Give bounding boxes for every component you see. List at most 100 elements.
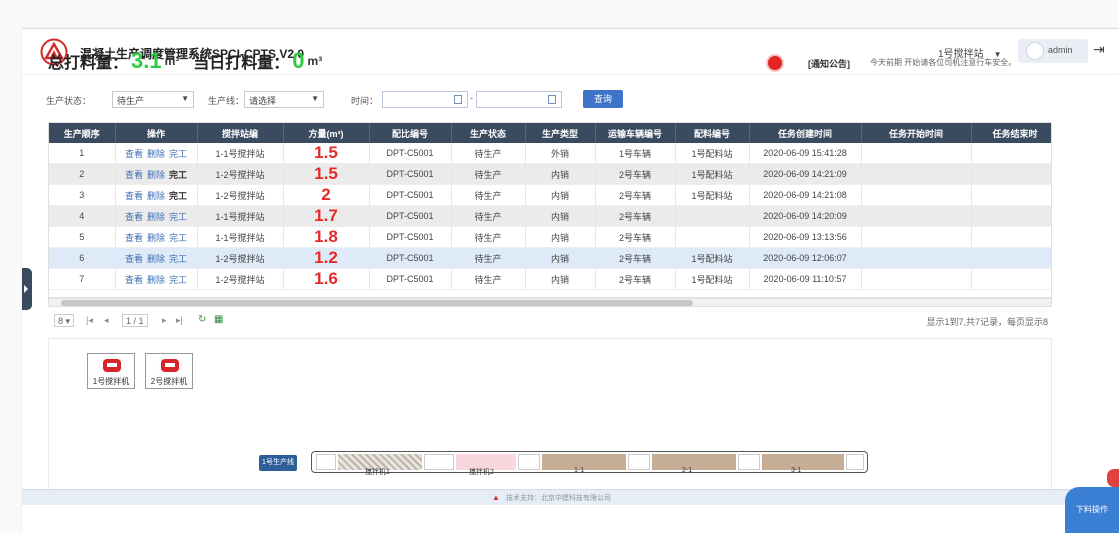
delete-link[interactable]: 删除 bbox=[147, 254, 165, 264]
view-link[interactable]: 查看 bbox=[125, 233, 143, 243]
column-header[interactable]: 搅拌站编 bbox=[197, 123, 284, 143]
stats-bar: 总打料量： 3.1 m³ 当日打料量： 0 m³ bbox=[48, 48, 336, 78]
line-filter-select[interactable]: 请选择 ▼ bbox=[244, 91, 324, 108]
view-link[interactable]: 查看 bbox=[125, 254, 143, 264]
user-menu[interactable]: admin bbox=[1018, 39, 1088, 63]
cell-mix: DPT-C5001 bbox=[369, 268, 452, 291]
view-link[interactable]: 查看 bbox=[125, 191, 143, 201]
delete-link[interactable]: 删除 bbox=[147, 212, 165, 222]
notice-label[interactable]: [通知公告] bbox=[808, 57, 850, 70]
complete-link[interactable]: 完工 bbox=[169, 212, 187, 222]
cell-vehicle: 2号车辆 bbox=[595, 205, 676, 228]
cell-created: 2020-06-09 14:20:09 bbox=[749, 205, 862, 228]
footer: ▲ 技术支持：北京中建科技有限公司 bbox=[22, 489, 1119, 505]
scrollbar-thumb[interactable] bbox=[61, 300, 693, 306]
next-page-icon[interactable]: ▸ bbox=[162, 315, 167, 326]
date-range-dash: - bbox=[470, 93, 473, 103]
first-page-icon[interactable]: |◂ bbox=[86, 315, 93, 326]
delete-link[interactable]: 删除 bbox=[147, 149, 165, 159]
cell-seq: 1 bbox=[49, 143, 116, 165]
cell-created: 2020-06-09 15:41:28 bbox=[749, 143, 862, 165]
cell-volume: 1.8 bbox=[283, 226, 370, 249]
production-line-button[interactable]: 1号生产线 bbox=[259, 455, 297, 471]
column-header[interactable]: 操作 bbox=[115, 123, 198, 143]
column-header[interactable]: 任务结束时 bbox=[971, 123, 1051, 143]
table-row[interactable]: 2 查看 删除 完工 1-2号搅拌站 1.5 DPT-C5001 待生产 内销 2号车辆 1号配料站… bbox=[49, 163, 1051, 186]
last-page-icon[interactable]: ▸| bbox=[176, 315, 183, 326]
cell-type: 内销 bbox=[525, 184, 596, 207]
end-date-input[interactable] bbox=[476, 91, 562, 108]
notice-text: 今天前期 开始请各位司机注意行车安全。 bbox=[870, 58, 1017, 67]
query-button[interactable]: 查询 bbox=[583, 90, 623, 108]
table-row[interactable]: 7 查看 删除 完工 1-2号搅拌站 1.6 DPT-C5001 待生产 内销 2号车辆 1号配料站… bbox=[49, 268, 1051, 291]
page-number-input[interactable]: 1 / 1 bbox=[122, 314, 148, 327]
complete-link[interactable]: 完工 bbox=[169, 191, 187, 201]
cell-created: 2020-06-09 14:21:08 bbox=[749, 184, 862, 207]
filter-bar: 生产状态： 待生产 ▼ 生产线： 请选择 ▼ 时间： - 查询 bbox=[46, 90, 1046, 110]
cell-batch: 1号配料站 bbox=[675, 143, 750, 165]
cell-volume: 1.2 bbox=[283, 247, 370, 270]
cell-batch: 1号配料站 bbox=[675, 268, 750, 291]
cell-vehicle: 2号车辆 bbox=[595, 247, 676, 270]
column-header[interactable]: 方量(m³) bbox=[283, 123, 370, 143]
refresh-icon[interactable]: ↻ bbox=[198, 314, 206, 325]
time-filter-label: 时间： bbox=[351, 96, 379, 106]
conveyor-slot bbox=[518, 454, 540, 470]
delete-link[interactable]: 删除 bbox=[147, 275, 165, 285]
conveyor-slot bbox=[628, 454, 650, 470]
mixer-2-button[interactable]: 2号搅拌机 bbox=[145, 353, 193, 389]
conveyor-slot bbox=[846, 454, 864, 470]
cell-start bbox=[861, 226, 972, 249]
export-excel-icon[interactable]: ▦ bbox=[214, 314, 223, 325]
cell-ops: 查看 删除 完工 bbox=[115, 184, 198, 207]
view-link[interactable]: 查看 bbox=[125, 170, 143, 180]
delete-link[interactable]: 删除 bbox=[147, 191, 165, 201]
cell-type: 内销 bbox=[525, 163, 596, 186]
cell-volume: 1.6 bbox=[283, 268, 370, 291]
cell-end bbox=[971, 268, 1051, 291]
view-link[interactable]: 查看 bbox=[125, 212, 143, 222]
column-header[interactable]: 生产顺序 bbox=[49, 123, 116, 143]
table-row[interactable]: 1 查看 删除 完工 1-1号搅拌站 1.5 DPT-C5001 待生产 外销 1号车辆 1号配料站… bbox=[49, 143, 1051, 165]
table-row[interactable]: 5 查看 删除 完工 1-1号搅拌站 1.8 DPT-C5001 待生产 内销 2号车辆 2020-… bbox=[49, 226, 1051, 249]
delete-link[interactable]: 删除 bbox=[147, 170, 165, 180]
complete-link[interactable]: 完工 bbox=[169, 149, 187, 159]
discharge-action-button[interactable]: 下料操作 bbox=[1065, 487, 1119, 533]
column-header[interactable]: 配料编号 bbox=[675, 123, 750, 143]
complete-link[interactable]: 完工 bbox=[169, 275, 187, 285]
prev-page-icon[interactable]: ◂ bbox=[104, 315, 109, 326]
column-header[interactable]: 运输车辆编号 bbox=[595, 123, 676, 143]
cell-seq: 7 bbox=[49, 268, 116, 291]
conveyor-label: 搅拌机1 bbox=[365, 469, 390, 476]
delete-link[interactable]: 删除 bbox=[147, 233, 165, 243]
cell-created: 2020-06-09 14:21:09 bbox=[749, 163, 862, 186]
column-header[interactable]: 任务开始时间 bbox=[861, 123, 972, 143]
cell-mix: DPT-C5001 bbox=[369, 184, 452, 207]
complete-link[interactable]: 完工 bbox=[169, 170, 187, 180]
logout-icon[interactable]: ⇥ bbox=[1093, 41, 1105, 58]
column-header[interactable]: 生产状态 bbox=[451, 123, 526, 143]
total-unit: m³ bbox=[164, 54, 180, 68]
total-label: 总打料量： bbox=[48, 55, 129, 72]
horizontal-scrollbar[interactable] bbox=[48, 298, 1052, 307]
cell-type: 内销 bbox=[525, 226, 596, 249]
complete-link[interactable]: 完工 bbox=[169, 233, 187, 243]
sidebar-toggle[interactable] bbox=[22, 268, 32, 310]
pagination-bar: 8 ▾ |◂ ◂ 1 / 1 ▸ ▸| ↻ ▦ 显示1到7,共7记录，每页显示8 bbox=[48, 312, 1052, 330]
mixer-1-button[interactable]: 1号搅拌机 bbox=[87, 353, 135, 389]
cell-start bbox=[861, 247, 972, 270]
column-header[interactable]: 任务创建时间 bbox=[749, 123, 862, 143]
complete-link[interactable]: 完工 bbox=[169, 254, 187, 264]
total-value: 3.1 bbox=[131, 48, 162, 73]
column-header[interactable]: 生产类型 bbox=[525, 123, 596, 143]
view-link[interactable]: 查看 bbox=[125, 149, 143, 159]
start-date-input[interactable] bbox=[382, 91, 468, 108]
view-link[interactable]: 查看 bbox=[125, 275, 143, 285]
table-row[interactable]: 6 查看 删除 完工 1-2号搅拌站 1.2 DPT-C5001 待生产 内销 2号车辆 1号配料站… bbox=[49, 247, 1051, 270]
table-row[interactable]: 4 查看 删除 完工 1-1号搅拌站 1.7 DPT-C5001 待生产 内销 2号车辆 2020-… bbox=[49, 205, 1051, 228]
status-filter-select[interactable]: 待生产 ▼ bbox=[112, 91, 194, 108]
page-size-select[interactable]: 8 ▾ bbox=[54, 314, 75, 327]
table-row[interactable]: 3 查看 删除 完工 1-2号搅拌站 2 DPT-C5001 待生产 内销 2号车辆 1号配料站 20… bbox=[49, 184, 1051, 207]
column-header[interactable]: 配比编号 bbox=[369, 123, 452, 143]
cell-batch: 1号配料站 bbox=[675, 184, 750, 207]
